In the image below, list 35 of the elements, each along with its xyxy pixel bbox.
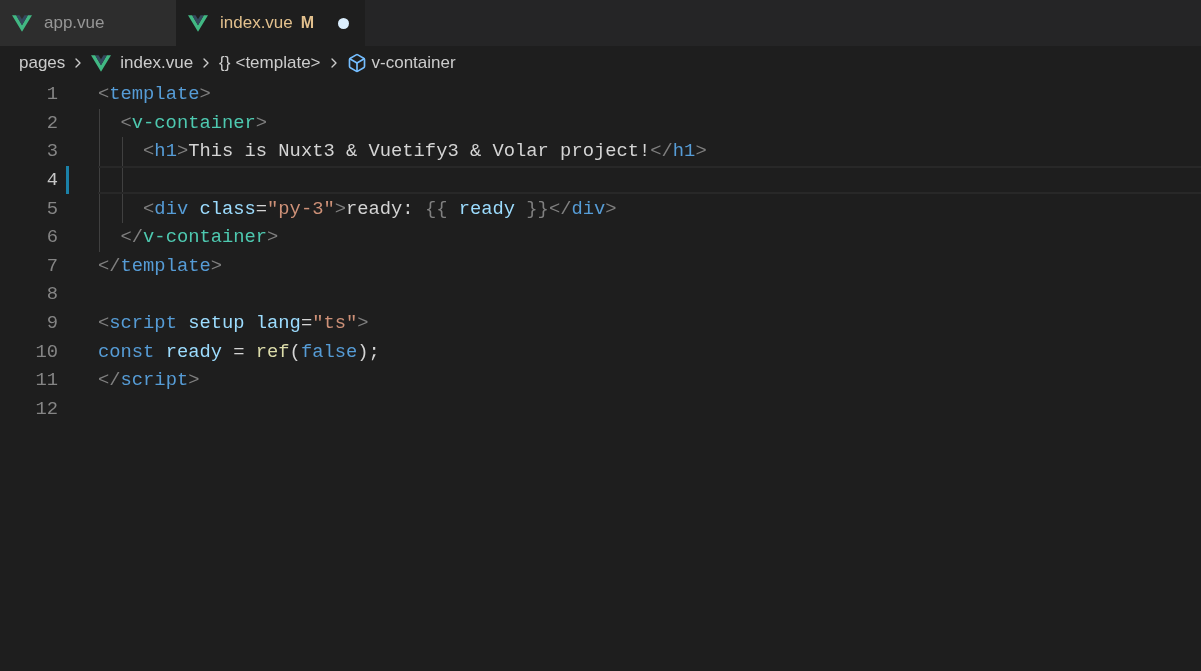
code-line: <v-container>: [119, 110, 268, 136]
line-number: 4: [45, 168, 58, 193]
code-line: const ready = ref(false);: [98, 339, 380, 365]
code-line: <div class="py-3">ready: {{ ready }}</div>: [142, 196, 617, 222]
editor-tab[interactable]: app.vue: [0, 0, 176, 46]
vue-logo-icon: [188, 14, 208, 32]
code-line: <template>: [98, 82, 211, 108]
line-number: 10: [34, 339, 58, 365]
line-number: 12: [34, 396, 58, 422]
code-line: </template>: [98, 253, 222, 279]
vue-logo-icon: [91, 54, 112, 72]
cube-icon: [346, 53, 367, 73]
code-line: </script>: [98, 368, 200, 394]
line-number: 2: [45, 110, 58, 136]
line-number: 5: [45, 196, 58, 222]
code-line: <script setup lang="ts">: [98, 310, 369, 336]
line-number: 7: [45, 253, 58, 279]
breadcrumb-item[interactable]: v-container: [371, 50, 456, 76]
line-number: 1: [45, 82, 58, 108]
vue-logo-icon: [12, 14, 32, 32]
line-number: 8: [45, 282, 58, 308]
code-line: <h1>This is Nuxt3 & Vuetify3 & Volar project!</h1>: [142, 139, 707, 165]
braces-icon: {}: [219, 50, 231, 76]
tab-label: index.vue: [220, 12, 293, 35]
code-line: </v-container>: [119, 225, 279, 251]
breadcrumb-item[interactable]: <template>: [235, 50, 321, 76]
tab-label: app.vue: [44, 12, 105, 35]
breadcrumb-item[interactable]: index.vue: [120, 50, 194, 76]
line-number: 9: [45, 310, 58, 336]
breadcrumb-item[interactable]: pages: [19, 50, 66, 76]
editor-tab[interactable]: index.vue M: [176, 0, 366, 46]
git-status-label: M: [300, 13, 315, 33]
line-number: 3: [45, 139, 58, 165]
line-number: 6: [45, 225, 58, 251]
line-number: 11: [34, 368, 58, 394]
